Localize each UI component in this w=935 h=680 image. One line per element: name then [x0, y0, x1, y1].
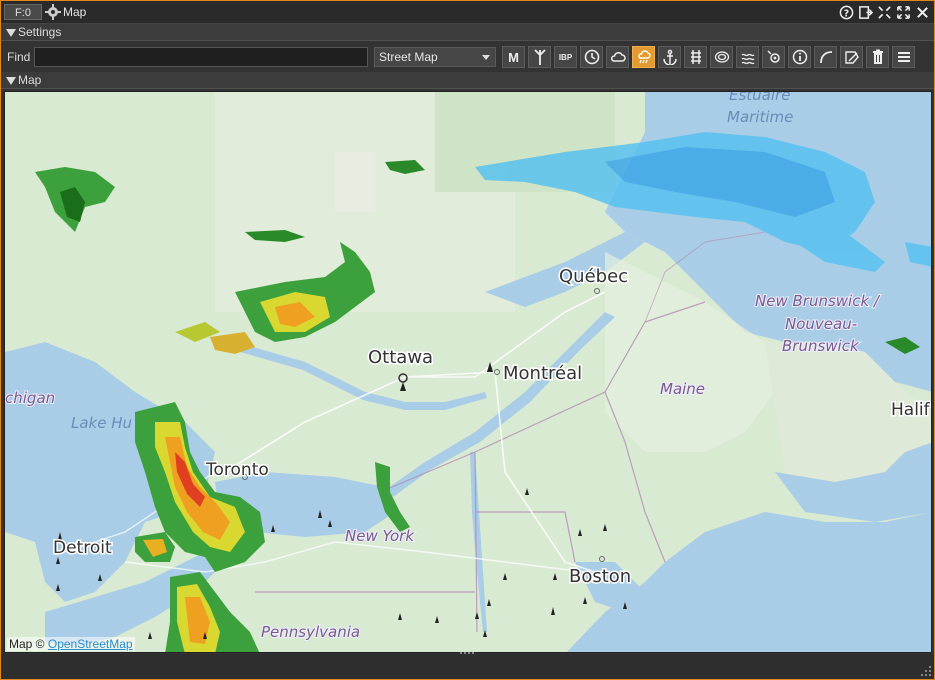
edit-polygon-icon[interactable] [840, 46, 863, 68]
clock-icon[interactable] [580, 46, 603, 68]
map-section-label: Map [18, 73, 42, 87]
water-label-estuaire: Estuaire [729, 92, 790, 104]
city-label-halifax: Halif [891, 400, 931, 420]
map-section-header[interactable]: Map [1, 72, 934, 89]
chevron-down-icon [482, 55, 490, 60]
region-label-nb-line3: Brunswick [782, 337, 860, 355]
sea-map-icon[interactable] [710, 46, 733, 68]
help-icon[interactable]: ? [838, 4, 854, 20]
close-icon[interactable] [914, 4, 930, 20]
region-label-michigan: chigan [5, 389, 55, 407]
detach-icon[interactable] [857, 4, 873, 20]
city-label-montreal: Montréal [503, 363, 582, 384]
city-label-boston: Boston [569, 566, 631, 587]
ibp-button[interactable]: IBP [554, 46, 577, 68]
find-input[interactable] [34, 47, 368, 67]
status-bar [1, 651, 934, 679]
shrink-icon[interactable] [876, 4, 892, 20]
maidenhead-button[interactable]: M [502, 46, 525, 68]
region-label-newyork: New York [345, 527, 415, 545]
gear-icon[interactable] [45, 4, 61, 20]
region-label-pennsylvania: Pennsylvania [261, 623, 360, 641]
collapse-triangle-icon [6, 76, 16, 85]
settings-section-label: Settings [18, 25, 62, 39]
splitter-handle-icon[interactable] [460, 651, 476, 657]
arc-icon[interactable] [814, 46, 837, 68]
cloud-icon[interactable] [606, 46, 629, 68]
antenna-icon[interactable] [528, 46, 551, 68]
region-label-maine: Maine [660, 380, 705, 398]
anchor-icon[interactable] [658, 46, 681, 68]
map-attribution: Map © OpenStreetMap [7, 637, 135, 651]
precipitation-icon[interactable] [632, 46, 655, 68]
map-toolbar: Find Street Map M IBP [1, 42, 934, 71]
map-window: F:0 Map ? Settings Find Street Map M IBP [0, 0, 935, 680]
menu-icon[interactable] [892, 46, 915, 68]
feature-index-badge[interactable]: F:0 [4, 4, 42, 20]
window-title: Map [63, 5, 87, 19]
title-bar: F:0 Map ? [1, 1, 934, 24]
region-label-nb-line2: Nouveau- [785, 315, 857, 333]
map-style-select[interactable]: Street Map [374, 47, 496, 67]
collapse-triangle-icon [6, 28, 16, 37]
waves-icon[interactable] [736, 46, 759, 68]
settings-satellite-icon[interactable] [762, 46, 785, 68]
map-view[interactable]: Québec Ottawa Montréal Toronto Detroit B… [4, 91, 932, 653]
find-label: Find [7, 50, 31, 64]
map-canvas[interactable]: Québec Ottawa Montréal Toronto Detroit B… [5, 92, 932, 653]
railway-icon[interactable] [684, 46, 707, 68]
city-label-toronto: Toronto [205, 460, 269, 480]
openstreetmap-link[interactable]: OpenStreetMap [48, 637, 133, 651]
region-label-nb-line1: New Brunswick / [755, 292, 881, 310]
map-style-value: Street Map [379, 50, 438, 64]
delete-icon[interactable] [866, 46, 889, 68]
maximize-icon[interactable] [895, 4, 911, 20]
water-label-lake-huron: Lake Hu [71, 414, 132, 432]
info-icon[interactable] [788, 46, 811, 68]
settings-section-header[interactable]: Settings [1, 24, 934, 41]
svg-text:?: ? [843, 8, 848, 19]
resize-grip-icon[interactable] [921, 666, 931, 676]
city-label-ottawa: Ottawa [368, 347, 433, 368]
water-label-maritime: Maritime [727, 108, 793, 126]
city-label-detroit: Detroit [53, 538, 112, 558]
city-label-quebec: Québec [559, 266, 628, 287]
